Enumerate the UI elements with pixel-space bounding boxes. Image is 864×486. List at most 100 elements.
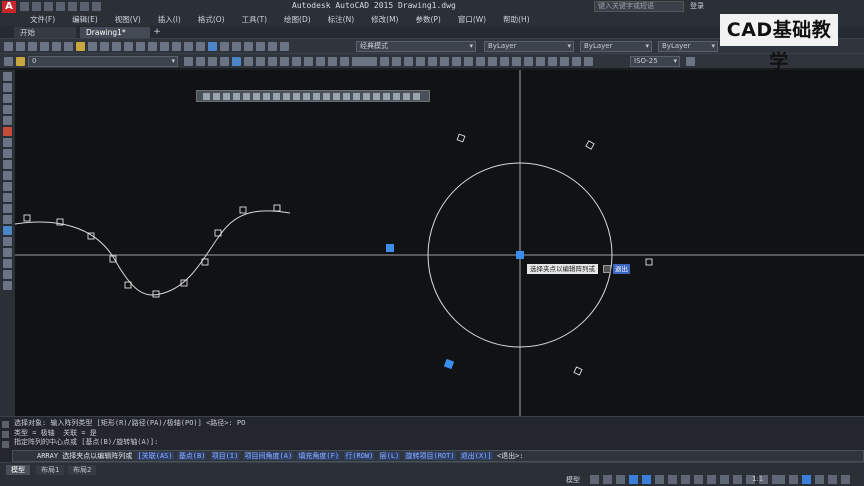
linetype-dropdown[interactable]: ByLayer [580,41,652,52]
selected-grip[interactable] [386,244,394,252]
jogged-icon[interactable] [416,57,425,66]
insert-block-icon[interactable] [3,193,12,202]
inspect-icon[interactable] [536,57,545,66]
gradient-icon[interactable] [3,237,12,246]
lineweight-icon[interactable] [668,475,677,484]
float-tool-icon[interactable] [403,92,410,100]
polygon-icon[interactable] [3,105,12,114]
plot-icon[interactable] [40,42,49,51]
dim-break-icon[interactable] [500,57,509,66]
tab-model[interactable]: 模型 [6,465,30,475]
command-option-angle-between[interactable]: 项目间角度(A) [243,452,294,460]
erase-icon[interactable] [184,57,193,66]
tooltip-options-icon[interactable] [603,265,611,273]
dim-text-edit-icon[interactable] [572,57,581,66]
gear-icon[interactable] [776,475,785,484]
multiline-text-icon[interactable] [3,270,12,279]
workspace-dropdown[interactable]: 经典模式 [356,41,476,52]
command-option-associative[interactable]: [关联(AS) [136,452,174,460]
polyline-icon[interactable] [3,94,12,103]
offset-icon[interactable] [220,57,229,66]
construction-line-icon[interactable] [3,83,12,92]
linear-dim-icon[interactable] [356,57,365,66]
array-item-grip[interactable] [645,258,653,266]
search-input[interactable]: 键入关键字或短语 [594,1,684,12]
tab-start[interactable]: 开始 [14,27,76,38]
radius-icon[interactable] [404,57,413,66]
drawing-svg[interactable] [15,70,864,416]
scale-icon[interactable] [268,57,277,66]
baseline-icon[interactable] [464,57,473,66]
menu-window[interactable]: 窗口(W) [458,14,486,26]
paste-icon[interactable] [100,42,109,51]
float-tool-icon[interactable] [203,92,210,100]
drawing-canvas[interactable] [15,70,864,416]
diameter-icon[interactable] [428,57,437,66]
table-icon[interactable] [3,259,12,268]
dim-space-icon[interactable] [488,57,497,66]
menu-parametric[interactable]: 参数(P) [415,14,440,26]
angular-icon[interactable] [440,57,449,66]
menu-tools[interactable]: 工具(T) [242,14,267,26]
float-tool-icon[interactable] [313,92,320,100]
history-icon[interactable] [2,441,9,448]
tolerance-icon[interactable] [512,57,521,66]
menu-modify[interactable]: 修改(M) [371,14,398,26]
add-selected-icon[interactable] [3,281,12,290]
menu-file[interactable]: 文件(F) [30,14,55,26]
command-option-rows[interactable]: 行(ROW) [344,452,375,460]
properties-icon[interactable] [208,42,217,51]
autocad-logo-icon[interactable]: A [2,1,16,13]
markup-icon[interactable] [256,42,265,51]
publish-icon[interactable] [64,42,73,51]
zoom-window-icon[interactable] [184,42,193,51]
break-icon[interactable] [316,57,325,66]
selection-cycling-icon[interactable] [694,475,703,484]
copy-object-icon[interactable] [196,57,205,66]
grid-icon[interactable] [590,475,599,484]
center-mark-icon[interactable] [524,57,533,66]
preview-icon[interactable] [52,42,61,51]
center-grip-selected[interactable] [516,251,524,259]
annotation-icon[interactable] [707,475,716,484]
layer-properties-icon[interactable] [4,57,13,66]
command-option-fill-angle[interactable]: 填充角度(F) [297,452,341,460]
hardware-accel-icon[interactable] [815,475,824,484]
settings-icon[interactable] [2,431,9,438]
dynamic-input-field[interactable]: 退出 [613,264,630,274]
plus-icon[interactable] [789,475,798,484]
block-editor-icon[interactable] [124,42,133,51]
float-tool-icon[interactable] [293,92,300,100]
command-option-exit[interactable]: 退出(X)] [459,452,493,460]
redo-icon[interactable] [92,2,101,11]
continue-icon[interactable] [476,57,485,66]
float-tool-icon[interactable] [263,92,270,100]
ellipse-arc-icon[interactable] [3,182,12,191]
menu-format[interactable]: 格式(O) [198,14,225,26]
pan-icon[interactable] [160,42,169,51]
ellipse-icon[interactable] [3,171,12,180]
region-icon[interactable] [3,248,12,257]
jogged-linear-icon[interactable] [548,57,557,66]
dimstyle-dropdown[interactable]: ISO-25 [630,56,680,67]
rectangle-icon[interactable] [3,116,12,125]
new-tab-icon[interactable]: + [152,28,162,37]
aligned-dim-icon[interactable] [368,57,377,66]
tab-layout2[interactable]: 布局2 [68,465,97,475]
save-icon[interactable] [44,2,53,11]
float-tool-icon[interactable] [283,92,290,100]
tab-drawing1[interactable]: Drawing1* [80,27,150,38]
undo-icon[interactable] [136,42,145,51]
sheet-set-icon[interactable] [244,42,253,51]
layer-state-icon[interactable] [16,57,25,66]
float-tool-icon[interactable] [383,92,390,100]
login-button[interactable]: 登录 [690,1,704,11]
workspace-icon[interactable] [733,475,742,484]
arc-icon[interactable] [3,127,12,136]
selected-grip[interactable] [443,358,455,370]
design-center-icon[interactable] [220,42,229,51]
tab-layout1[interactable]: 布局1 [36,465,65,475]
open-file-icon[interactable] [32,2,41,11]
spline-curve[interactable] [15,210,291,296]
cut-icon[interactable] [76,42,85,51]
